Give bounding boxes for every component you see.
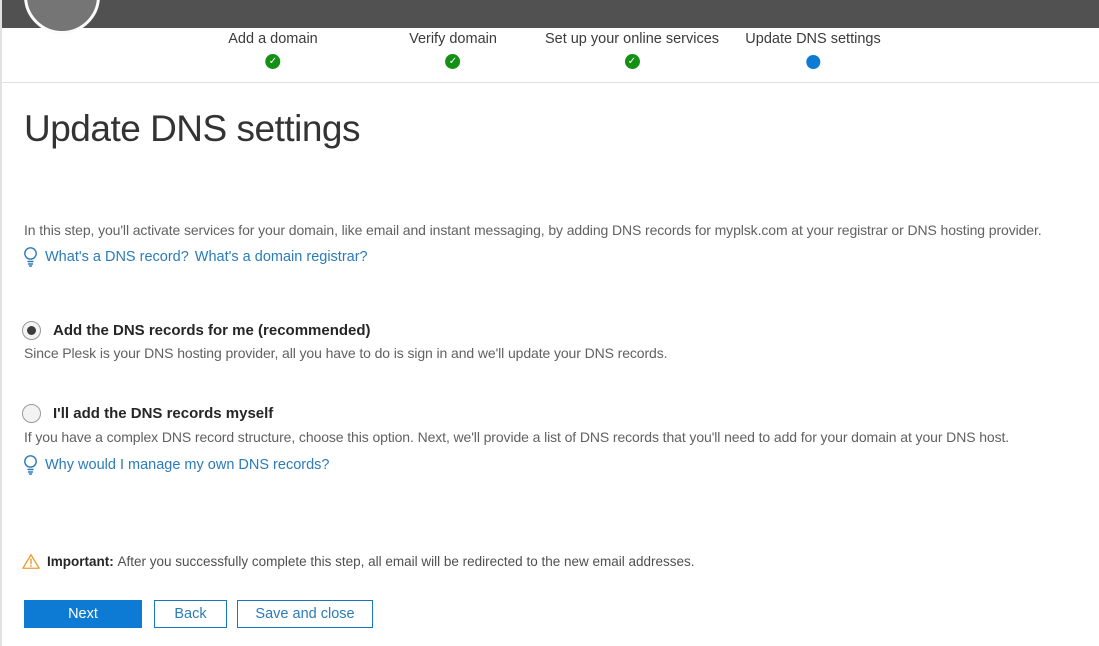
step-label: Verify domain [409, 28, 497, 50]
step-label: Add a domain [228, 28, 317, 50]
step-update-dns-settings: Update DNS settings [745, 28, 880, 69]
step-add-a-domain: Add a domain [228, 28, 317, 69]
wizard-stepper: Add a domain Verify domain Set up your o… [2, 28, 1099, 83]
warning-triangle-icon [22, 553, 40, 570]
step-set-up-online-services: Set up your online services [545, 28, 719, 69]
radio-button-add-records-myself[interactable] [22, 404, 41, 423]
step-label: Set up your online services [545, 28, 719, 50]
step-complete-check-icon [625, 54, 640, 69]
option-label: Add the DNS records for me (recommended) [53, 322, 371, 339]
save-and-close-button[interactable]: Save and close [237, 600, 373, 628]
whats-a-domain-registrar-link[interactable]: What's a domain registrar? [195, 249, 368, 265]
option-description: If you have a complex DNS record structu… [24, 429, 1097, 445]
page-title: Update DNS settings [24, 108, 360, 150]
whats-a-dns-record-link[interactable]: What's a DNS record? [45, 249, 189, 265]
notice-label: Important: [47, 554, 114, 569]
step-verify-domain: Verify domain [409, 28, 497, 69]
step-label: Update DNS settings [745, 28, 880, 50]
option-description: Since Plesk is your DNS hosting provider… [24, 345, 1097, 361]
option-help-row: Why would I manage my own DNS records? [22, 454, 329, 475]
radio-option-1[interactable]: Add the DNS records for me (recommended) [22, 321, 371, 340]
step-complete-check-icon [445, 54, 460, 69]
back-button[interactable]: Back [154, 600, 227, 628]
radio-option-2[interactable]: I'll add the DNS records myself [22, 404, 273, 423]
step-complete-check-icon [265, 54, 280, 69]
important-notice: Important: After you successfully comple… [22, 553, 695, 570]
notice-body: After you successfully complete this ste… [118, 554, 695, 569]
top-navigation-bar [2, 0, 1099, 28]
option-label: I'll add the DNS records myself [53, 405, 273, 422]
why-manage-own-dns-link[interactable]: Why would I manage my own DNS records? [45, 457, 329, 473]
intro-text: In this step, you'll activate services f… [24, 222, 1095, 238]
notice-text: Important: After you successfully comple… [47, 554, 695, 569]
lightbulb-icon [22, 246, 39, 267]
lightbulb-icon [22, 454, 39, 475]
radio-button-add-records-for-me[interactable] [22, 321, 41, 340]
next-button[interactable]: Next [24, 600, 142, 628]
step-current-dot-icon [806, 55, 820, 69]
intro-help-row: What's a DNS record? What's a domain reg… [22, 246, 368, 267]
setup-wizard-page: Add a domain Verify domain Set up your o… [0, 0, 1099, 646]
